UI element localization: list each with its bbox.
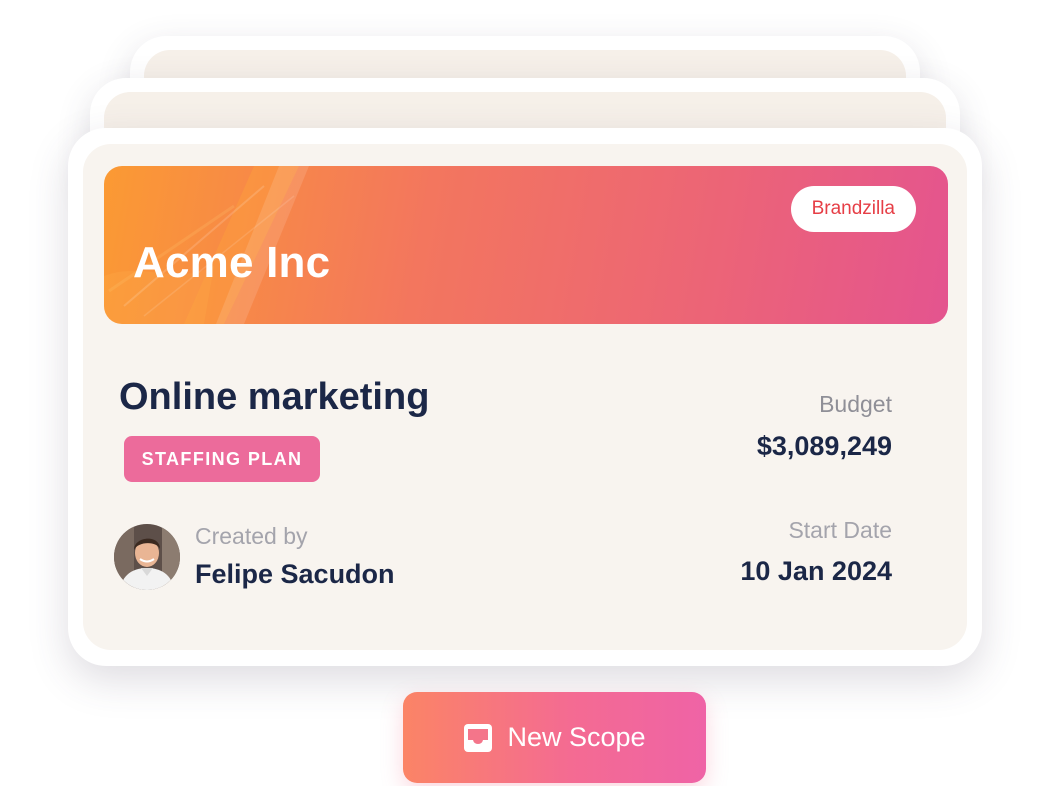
staffing-plan-tag: STAFFING PLAN: [124, 436, 320, 482]
client-banner: Acme Inc Brandzilla: [104, 166, 948, 324]
budget-value: $3,089,249: [756, 431, 892, 461]
created-by-label: Created by: [195, 523, 308, 549]
avatar-photo: [114, 524, 180, 590]
new-scope-button[interactable]: New Scope: [403, 692, 706, 783]
inbox-icon: [464, 723, 493, 752]
creator-avatar: [114, 524, 180, 590]
creator-name: Felipe Sacudon: [195, 559, 395, 589]
new-scope-label: New Scope: [507, 722, 646, 752]
start-date-value: 10 Jan 2024: [740, 556, 892, 586]
client-name: Acme Inc: [133, 238, 331, 287]
start-date-label: Start Date: [788, 517, 892, 543]
budget-label: Budget: [819, 391, 892, 417]
project-title: Online marketing: [119, 376, 430, 418]
agency-badge: Brandzilla: [790, 186, 916, 232]
scope-card[interactable]: Acme Inc Brandzilla Online marketing STA…: [68, 128, 982, 666]
scope-card-body: Acme Inc Brandzilla Online marketing STA…: [83, 144, 967, 650]
